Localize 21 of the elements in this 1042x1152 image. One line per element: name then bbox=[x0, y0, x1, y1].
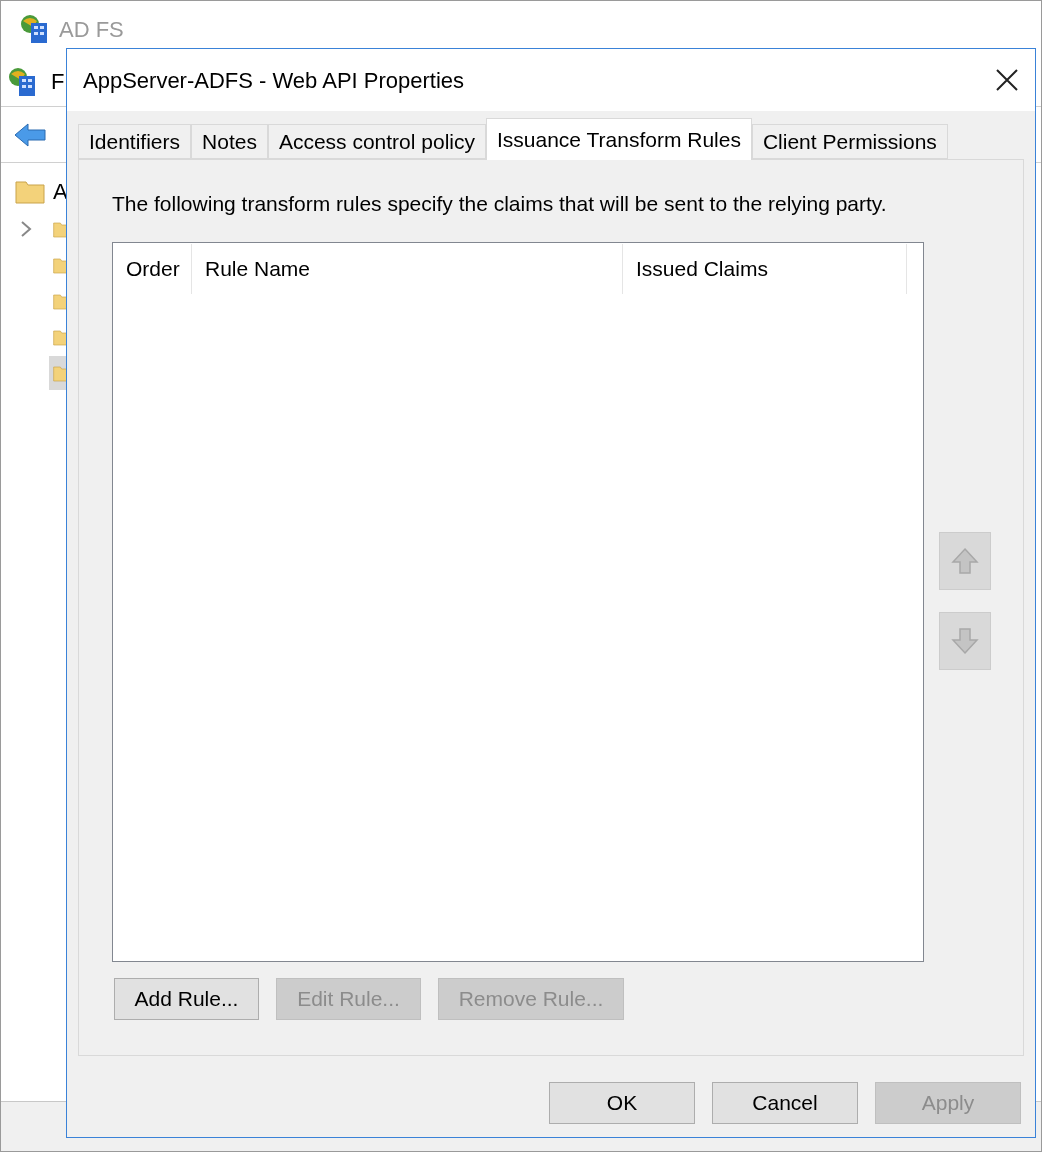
dialog-title: AppServer-ADFS - Web API Properties bbox=[83, 66, 465, 95]
window-title: AD FS bbox=[59, 15, 124, 44]
menu-label[interactable]: F bbox=[51, 65, 65, 98]
close-icon[interactable] bbox=[995, 68, 1019, 92]
dialog-button[interactable]: OK bbox=[549, 1082, 695, 1124]
dialog-button[interactable]: Add Rule... bbox=[114, 977, 259, 1020]
back-arrow-icon[interactable] bbox=[13, 121, 47, 148]
rules-list[interactable]: Order Rule Name Issued Claims bbox=[112, 241, 924, 962]
column-header[interactable]: Issued Claims bbox=[623, 243, 907, 294]
dialog-button[interactable]: Cancel bbox=[712, 1082, 858, 1124]
folder-icon bbox=[15, 178, 45, 204]
expand-chevron-icon[interactable] bbox=[19, 219, 33, 239]
column-header[interactable]: Order bbox=[113, 243, 192, 294]
description-text: The following transform rules specify the claims that will be sent to the relying party. bbox=[112, 191, 888, 217]
tab[interactable]: Issuance Transform Rules bbox=[486, 118, 752, 160]
tab[interactable]: Identifiers bbox=[78, 124, 192, 159]
tab[interactable]: Client Permissions bbox=[751, 124, 948, 159]
tree-item[interactable]: A bbox=[53, 174, 68, 208]
tab[interactable]: Notes bbox=[191, 124, 268, 159]
tab[interactable]: Access control policy bbox=[267, 124, 486, 159]
column-header[interactable]: Rule Name bbox=[192, 243, 623, 294]
